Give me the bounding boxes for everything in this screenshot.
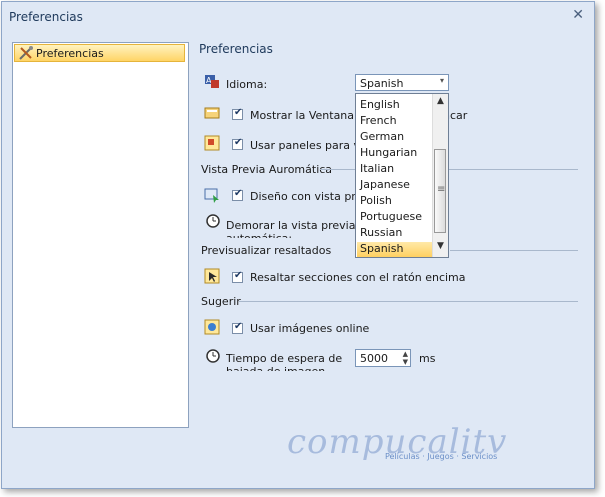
show-window-checkbox[interactable] [232,107,243,120]
group-title-auto-preview: Vista Previa Auromática [201,163,333,176]
section-header: Preferencias [199,42,273,56]
online-images-checkbox[interactable] [232,321,243,334]
language-label: Idioma: [226,78,268,91]
language-option[interactable]: Japanese [357,178,436,193]
language-option[interactable]: German [357,130,436,145]
watermark-logo: compucalitv Películas · Juegos · Servici… [287,420,577,472]
watermark-tagline: Películas · Juegos · Servicios [385,452,498,461]
clock-icon [206,214,220,228]
nav-item-label: Preferencias [36,47,104,60]
language-dropdown-list[interactable]: English French German Hungarian Italian … [355,93,449,258]
chevron-down-icon[interactable]: ▾ [440,76,444,85]
language-option[interactable]: Portuguese [357,210,436,225]
group-title-highlight: Previsualizar resaltados [201,244,332,257]
online-images-icon [204,319,220,335]
preview-icon [204,188,219,203]
window-icon [204,107,220,119]
stepper-up-icon[interactable]: ▲ [403,350,408,358]
window-title: Preferencias [9,10,83,24]
categories-list: Preferencias [12,42,189,428]
tools-icon [19,46,33,60]
clock-icon [206,349,220,363]
group-divider [239,301,578,302]
scroll-thumb[interactable] [434,149,446,233]
design-preview-checkbox[interactable] [232,188,243,201]
nav-item-preferencias[interactable]: Preferencias [14,44,185,62]
image-timeout-label: Tiempo de espera de bajada de imagen exp… [226,352,343,371]
language-option[interactable]: Polish [357,194,436,209]
language-select[interactable]: Spanish ▾ [355,74,449,91]
language-icon: A [205,75,219,88]
language-option[interactable]: English [357,98,436,113]
preferences-dialog: Preferencias ✕ Preferencias Preferencias… [1,1,595,489]
image-timeout-stepper[interactable]: 5000 ▲ ▼ [355,349,411,367]
use-panels-label: Usar paneles para ver [250,139,372,152]
panels-icon [204,135,220,151]
stepper-down-icon[interactable]: ▼ [403,358,408,366]
dropdown-scrollbar[interactable]: ▲ ▼ [432,94,448,257]
scroll-up-icon[interactable]: ▲ [433,96,448,110]
group-title-suggest: Sugerir [201,295,241,308]
online-images-label: Usar imágenes online [250,322,370,335]
group-divider [450,250,578,251]
language-option[interactable]: French [357,114,436,129]
language-selected-value: Spanish [360,77,404,90]
delay-preview-label: Demorar la vista previa automática: [226,219,356,238]
language-option[interactable]: Hungarian [357,146,436,161]
language-option[interactable]: Italian [357,162,436,177]
highlight-icon [204,268,220,284]
highlight-checkbox[interactable] [232,270,243,283]
close-button[interactable]: ✕ [572,7,584,23]
use-panels-checkbox[interactable] [232,137,243,150]
scroll-down-icon[interactable]: ▼ [433,241,448,255]
image-timeout-value: 5000 [360,352,388,365]
highlight-label: Resaltar secciones con el ratón encima [250,271,466,284]
language-option[interactable]: Russian [357,226,436,241]
image-timeout-unit: ms [419,352,436,365]
language-option-selected[interactable]: Spanish [357,242,436,257]
title-bar[interactable]: Preferencias ✕ [2,2,594,32]
